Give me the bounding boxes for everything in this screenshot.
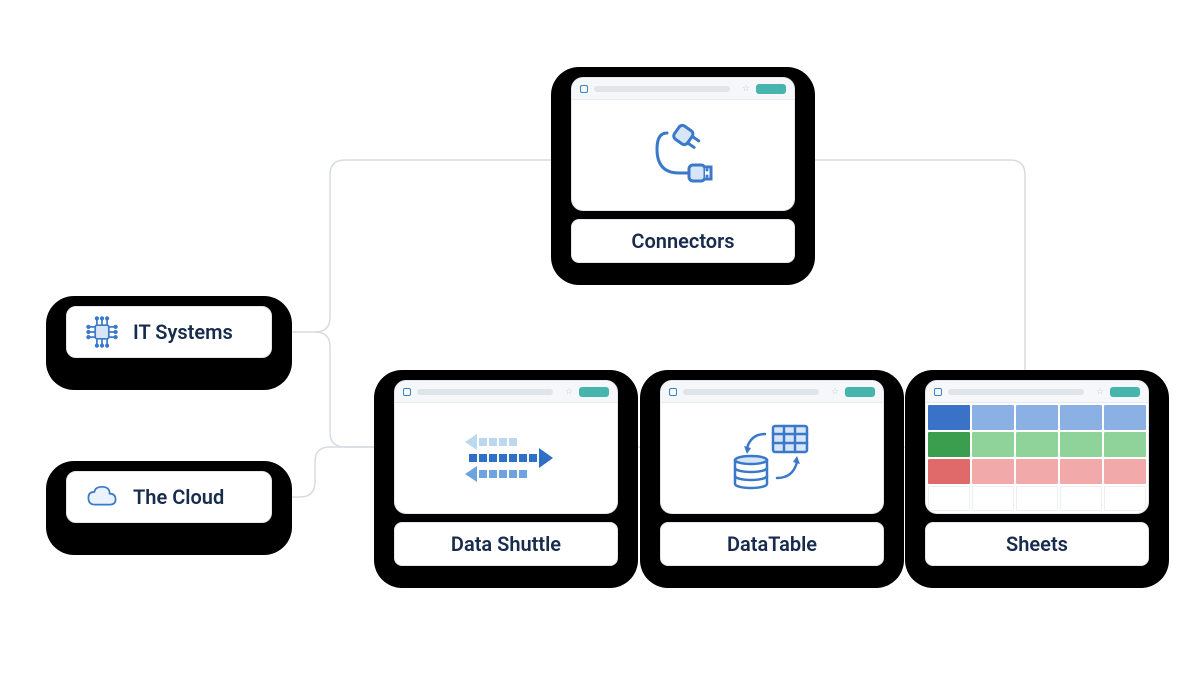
- star-icon: ☆: [742, 85, 750, 93]
- card-toolbar: ☆: [926, 381, 1148, 403]
- chip-icon: [85, 315, 119, 349]
- toolbar-placeholder: [594, 86, 730, 92]
- app-logo-icon: [403, 388, 411, 396]
- cloud-icon: [85, 484, 119, 510]
- diagram-canvas: IT Systems The Cloud ☆: [0, 0, 1201, 677]
- node-datatable-label: DataTable: [660, 522, 884, 566]
- card-toolbar: ☆: [395, 381, 617, 403]
- node-data-shuttle-label: Data Shuttle: [394, 522, 618, 566]
- toolbar-button: [756, 84, 786, 94]
- plugs-icon: [643, 119, 723, 191]
- node-the-cloud: The Cloud: [66, 471, 272, 523]
- card-toolbar: ☆: [661, 381, 883, 403]
- node-connectors-label: Connectors: [571, 219, 795, 263]
- toolbar-button: [845, 387, 875, 397]
- node-data-shuttle-card: ☆: [394, 380, 618, 514]
- node-sheets-card: ☆: [925, 380, 1149, 514]
- toolbar-placeholder: [948, 389, 1084, 395]
- card-toolbar: ☆: [572, 78, 794, 100]
- toolbar-placeholder: [683, 389, 819, 395]
- toolbar-button: [1110, 387, 1140, 397]
- app-logo-icon: [580, 85, 588, 93]
- toolbar-placeholder: [417, 389, 553, 395]
- node-label: IT Systems: [133, 320, 233, 344]
- app-logo-icon: [669, 388, 677, 396]
- node-connectors-card: ☆: [571, 77, 795, 211]
- node-sheets-label: Sheets: [925, 522, 1149, 566]
- app-logo-icon: [934, 388, 942, 396]
- node-datatable-card: ☆: [660, 380, 884, 514]
- node-it-systems: IT Systems: [66, 306, 272, 358]
- db-table-sync-icon: [727, 420, 817, 496]
- spreadsheet-icon: [926, 403, 1148, 513]
- star-icon: ☆: [565, 388, 573, 396]
- star-icon: ☆: [831, 388, 839, 396]
- node-label: The Cloud: [133, 485, 224, 509]
- toolbar-button: [579, 387, 609, 397]
- transfer-arrows-icon: [451, 422, 561, 494]
- star-icon: ☆: [1096, 388, 1104, 396]
